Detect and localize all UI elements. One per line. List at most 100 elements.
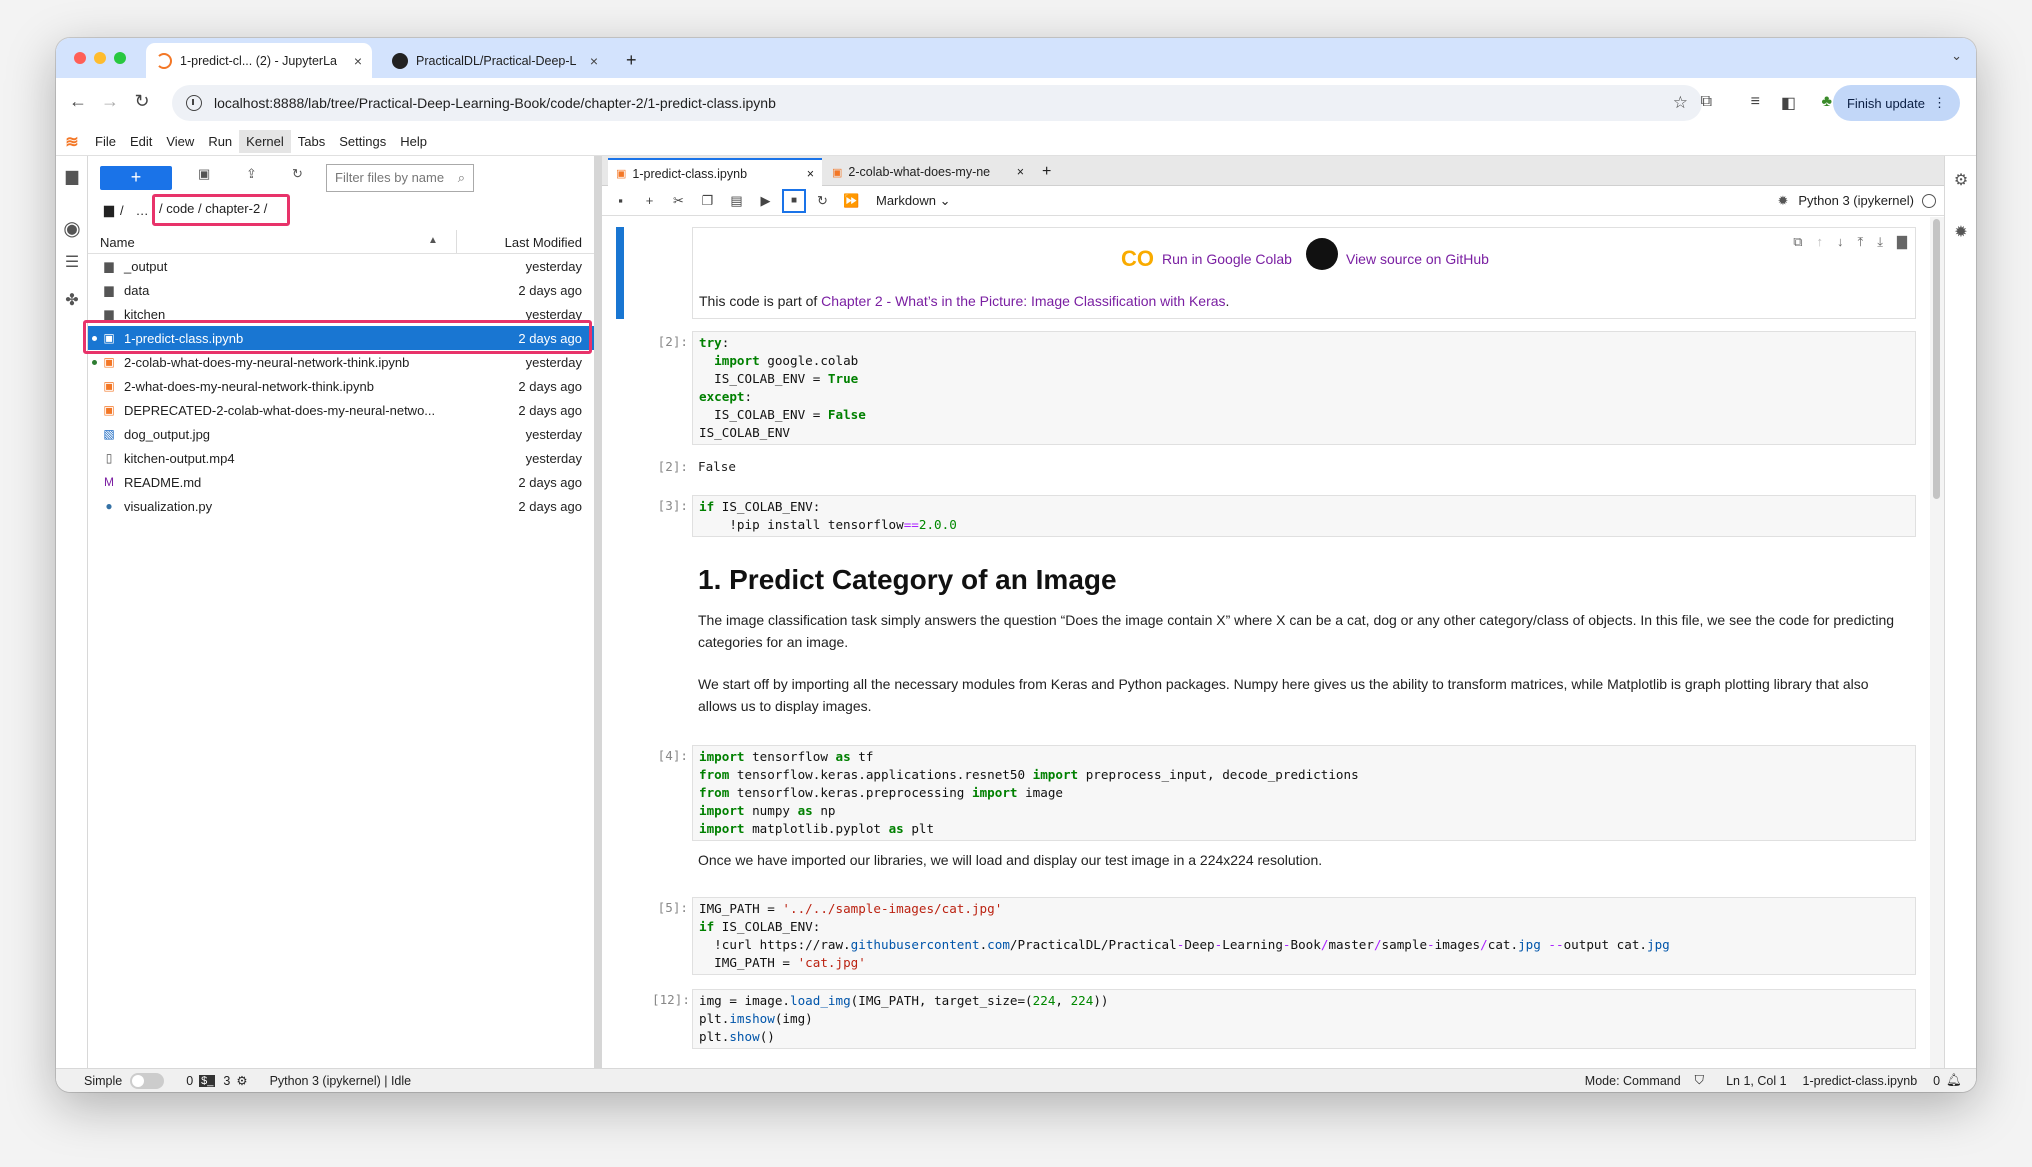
new-notebook-tab-button[interactable]: + <box>1034 158 1059 186</box>
code-input[interactable]: img = image.load_img(IMG_PATH, target_si… <box>692 989 1916 1049</box>
sidepanel-icon[interactable]: ◧ <box>1781 93 1796 113</box>
kernel-state[interactable]: Python 3 (ipykernel) | Idle <box>270 1074 412 1088</box>
chapter-link[interactable]: Chapter 2 - What’s in the Picture: Image… <box>821 293 1225 309</box>
markdown-cell-links[interactable]: ⧉ ↑ ↓ ⤒ ⤓ ▇ CO Run in Google Colab View sourc… <box>692 227 1916 319</box>
breadcrumb-path-highlight[interactable]: / code / chapter-2 / <box>152 194 290 226</box>
menu-run[interactable]: Run <box>201 130 239 153</box>
code-cell-5[interactable]: [5]: IMG_PATH = '../../sample-images/cat… <box>658 897 1916 975</box>
media-icon[interactable]: ≡ <box>1751 93 1760 111</box>
tab-1-predict-class[interactable]: ▣ 1-predict-class.ipynb × <box>608 158 822 187</box>
site-info-icon[interactable] <box>186 95 202 111</box>
code-cell-3[interactable]: [3]: if IS_COLAB_ENV: !pip install tenso… <box>658 495 1916 537</box>
debugger-panel-icon[interactable]: ✹ <box>1945 222 1976 242</box>
simple-mode-toggle[interactable] <box>130 1072 165 1089</box>
insert-above-icon[interactable]: ⤒ <box>1858 234 1864 250</box>
reload-icon[interactable]: ↻ <box>130 91 154 112</box>
restart-icon[interactable]: ↻ <box>808 193 837 209</box>
extension-icon[interactable]: ✤ <box>56 290 88 310</box>
code-input[interactable]: import tensorflow as tf from tensorflow.… <box>692 745 1916 841</box>
col-modified[interactable]: Last Modified <box>505 235 582 250</box>
file-row[interactable]: ▆ data 2 days ago <box>88 278 594 302</box>
leaf-extension-icon[interactable]: ♣ <box>1822 93 1833 111</box>
code-input[interactable]: try: import google.colab IS_COLAB_ENV = … <box>692 331 1916 445</box>
github-link[interactable]: View source on GitHub <box>1346 248 1489 270</box>
copy-icon[interactable]: ❐ <box>693 193 722 209</box>
crumb-ellipsis[interactable]: … <box>136 203 149 218</box>
browser-tab-github[interactable]: PracticalDL/Practical-Deep-L × <box>382 43 608 78</box>
notebook-scrollbar[interactable] <box>1930 217 1944 1068</box>
close-icon[interactable]: × <box>1017 165 1024 179</box>
add-cell-icon[interactable]: + <box>635 193 664 208</box>
code-cell-4[interactable]: [4]: import tensorflow as tf from tensor… <box>658 745 1916 841</box>
cut-icon[interactable]: ✂ <box>664 193 693 209</box>
folder-icon[interactable]: ▆ <box>56 166 88 186</box>
address-bar[interactable]: localhost:8888/lab/tree/Practical-Deep-L… <box>172 85 1702 121</box>
extensions-icon[interactable]: ⧉ <box>1701 93 1712 111</box>
move-up-icon[interactable]: ↑ <box>1817 234 1824 250</box>
browser-tab-jupyter[interactable]: 1-predict-cl... (2) - JupyterLa × <box>146 43 372 78</box>
file-row[interactable]: ▣ 2-what-does-my-neural-network-think.ipy… <box>88 374 594 398</box>
back-icon[interactable]: ← <box>66 91 90 112</box>
file-row[interactable]: M README.md 2 days ago <box>88 470 594 494</box>
close-tab-icon[interactable]: × <box>354 53 362 69</box>
menu-view[interactable]: View <box>159 130 201 153</box>
run-icon[interactable]: ▶ <box>751 193 780 209</box>
menu-file[interactable]: File <box>88 130 123 153</box>
menu-tabs[interactable]: Tabs <box>291 130 332 153</box>
running-icon[interactable]: ◉ <box>56 216 88 241</box>
insert-below-icon[interactable]: ⤓ <box>1877 234 1883 250</box>
tab-2-colab[interactable]: ▣ 2-colab-what-does-my-ne × <box>824 158 1032 186</box>
stop-icon[interactable]: ■ <box>782 188 806 213</box>
maximize-window-button[interactable] <box>114 52 126 64</box>
refresh-icon[interactable]: ↻ <box>292 166 303 182</box>
file-row[interactable]: ▯ kitchen-output.mp4 yesterday <box>88 446 594 470</box>
run-all-icon[interactable]: ⏩ <box>837 193 866 209</box>
terminal-count[interactable]: 0 <box>186 1074 193 1088</box>
close-icon[interactable]: × <box>807 167 814 181</box>
close-window-button[interactable] <box>74 52 86 64</box>
file-row[interactable]: ▣ DEPRECATED-2-colab-what-does-my-neural-… <box>88 398 594 422</box>
new-tab-button[interactable]: + <box>616 43 647 78</box>
upload-icon[interactable]: ⇪ <box>246 166 257 182</box>
col-name[interactable]: Name <box>100 235 135 250</box>
new-launcher-button[interactable]: + <box>100 166 172 190</box>
file-row[interactable]: ● visualization.py 2 days ago <box>88 494 594 518</box>
delete-cell-icon[interactable]: ▇ <box>1897 234 1907 250</box>
debugger-icon[interactable]: ✹ <box>1777 193 1788 209</box>
save-icon[interactable]: ▪ <box>606 193 635 208</box>
new-folder-icon[interactable]: ▣ <box>198 166 210 182</box>
property-inspector-icon[interactable]: ⚙ <box>1945 170 1976 190</box>
tab-search-icon[interactable]: ⌄ <box>1951 48 1962 64</box>
finish-update-button[interactable]: Finish update ⋮ <box>1832 85 1960 121</box>
cell-type-select[interactable]: Markdown ⌄ <box>876 193 951 209</box>
menu-settings[interactable]: Settings <box>332 130 393 153</box>
bookmark-star-icon[interactable]: ☆ <box>1673 93 1688 113</box>
colab-link[interactable]: Run in Google Colab <box>1162 248 1292 270</box>
markdown-cell-intro[interactable]: 1. Predict Category of an Image The imag… <box>692 566 1916 717</box>
menu-edit[interactable]: Edit <box>123 130 159 153</box>
paste-icon[interactable]: ▤ <box>722 193 751 209</box>
move-down-icon[interactable]: ↓ <box>1837 234 1844 250</box>
code-cell-12[interactable]: [12]: img = image.load_img(IMG_PATH, tar… <box>652 989 1916 1049</box>
crumb-root[interactable]: / <box>120 203 124 218</box>
file-filter-input[interactable]: Filter files by name ⌕ <box>326 164 474 192</box>
code-input[interactable]: IMG_PATH = '../../sample-images/cat.jpg'… <box>692 897 1916 975</box>
duplicate-cell-icon[interactable]: ⧉ <box>1793 234 1802 250</box>
breadcrumb: ▆ / … <box>104 202 149 218</box>
cursor-position[interactable]: Ln 1, Col 1 <box>1726 1074 1786 1088</box>
menu-kernel[interactable]: Kernel <box>239 130 291 153</box>
kernel-count[interactable]: 3 <box>223 1074 230 1088</box>
file-row[interactable]: ▆ _output yesterday <box>88 254 594 278</box>
file-row[interactable]: ▧ dog_output.jpg yesterday <box>88 422 594 446</box>
home-folder-icon[interactable]: ▆ <box>104 202 114 218</box>
close-tab-icon[interactable]: × <box>590 53 598 69</box>
kernel-name[interactable]: Python 3 (ipykernel) <box>1798 193 1914 208</box>
toc-icon[interactable]: ☰ <box>56 252 88 272</box>
bell-icon[interactable]: 🔔︎ <box>1946 1073 1962 1088</box>
forward-icon[interactable]: → <box>98 91 122 112</box>
panel-splitter[interactable] <box>594 156 602 1068</box>
code-input[interactable]: if IS_COLAB_ENV: !pip install tensorflow… <box>692 495 1916 537</box>
minimize-window-button[interactable] <box>94 52 106 64</box>
menu-help[interactable]: Help <box>393 130 434 153</box>
code-cell-2[interactable]: [2]: try: import google.colab IS_COLAB_E… <box>658 331 1916 445</box>
